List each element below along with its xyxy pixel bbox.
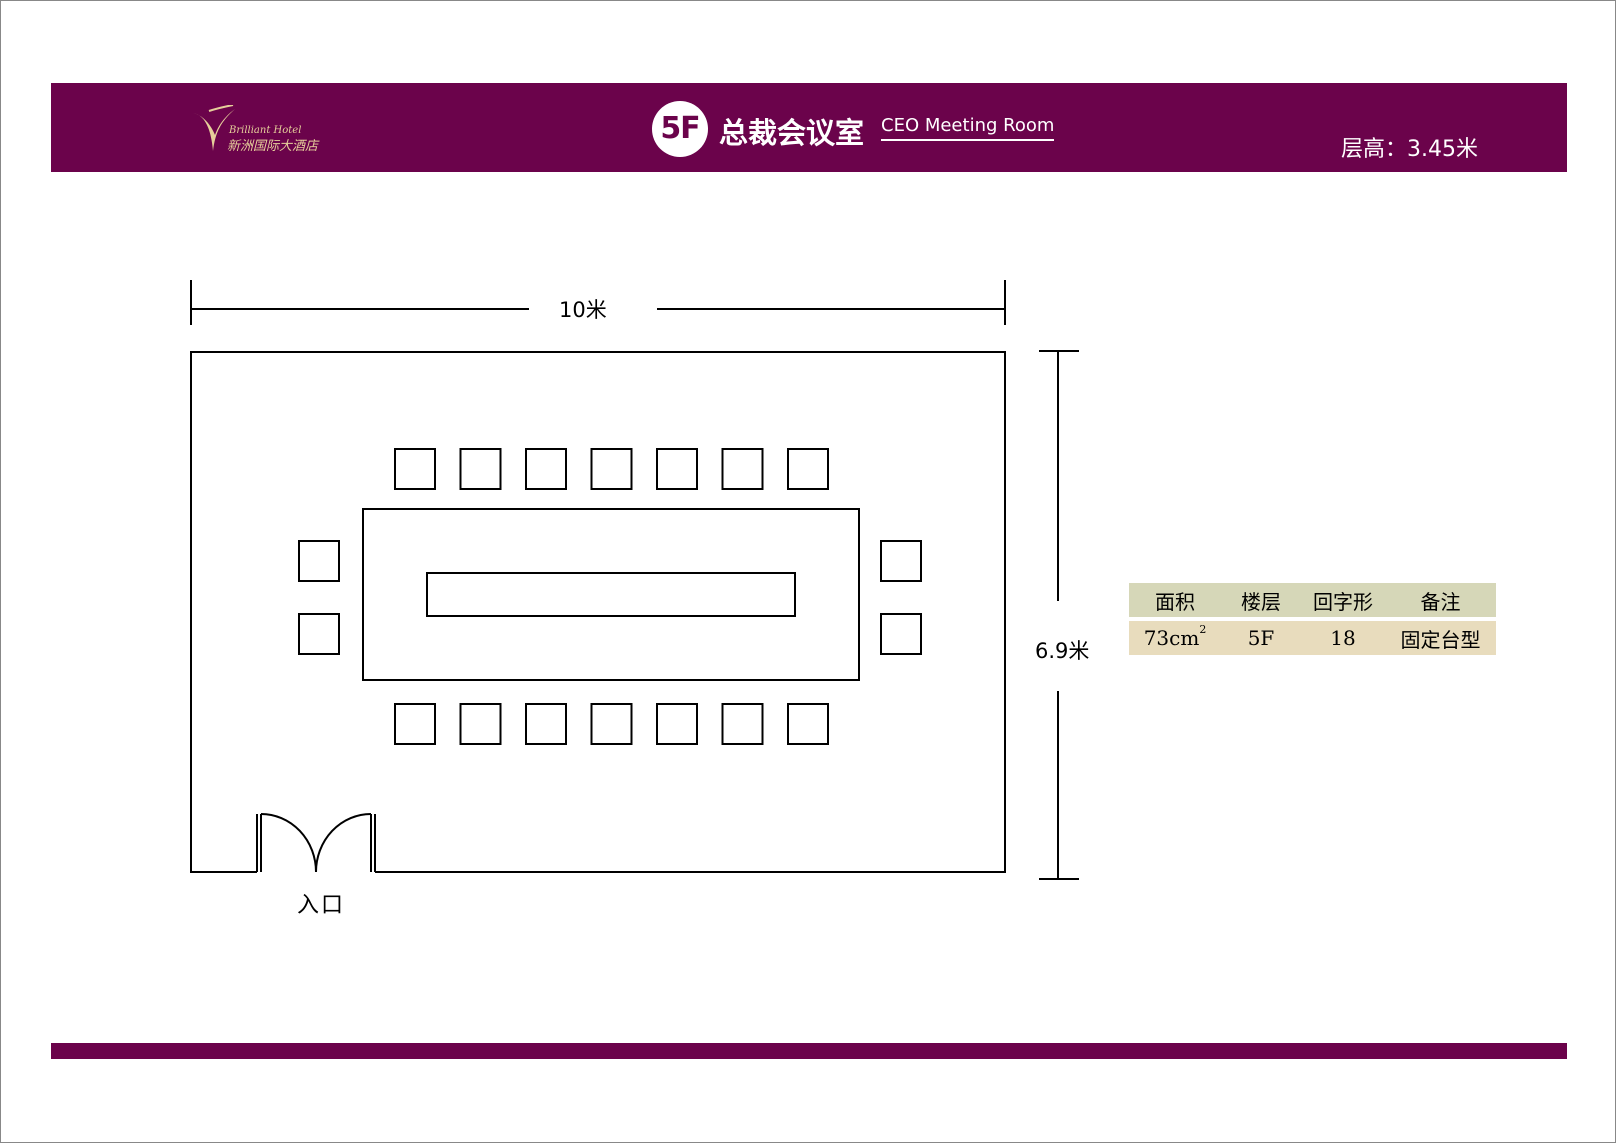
chair-bottom	[459, 703, 502, 745]
chair-bottom	[656, 703, 698, 745]
width-label: 10米	[559, 298, 607, 322]
area-value: 73cm2	[1129, 623, 1221, 650]
header-remark: 备注	[1420, 589, 1461, 614]
header-area: 面积	[1155, 589, 1195, 614]
chair-left	[298, 540, 340, 582]
room-info-table: 面积 楼层 回字形 备注 73cm2 5F 18 固定台型	[1129, 583, 1496, 655]
chair-top	[525, 448, 567, 490]
remark-value: 固定台型	[1400, 627, 1481, 652]
chair-top	[459, 448, 502, 490]
chair-bottom	[394, 703, 436, 745]
chair-bottom	[721, 703, 764, 745]
area-superscript: 2	[1199, 623, 1207, 637]
info-header-row: 面积 楼层 回字形 备注	[1129, 583, 1496, 617]
depth-label: 6.9米	[1035, 639, 1090, 663]
outer-table	[362, 508, 860, 681]
room-wall	[190, 351, 1006, 873]
info-value-row: 73cm2 5F 18 固定台型	[1129, 621, 1496, 655]
entrance-label: 入口	[297, 893, 346, 918]
chair-top	[787, 448, 829, 490]
area-number: 73cm	[1143, 626, 1200, 650]
inner-table	[426, 572, 796, 617]
door-swing-left	[260, 813, 317, 873]
chair-top	[721, 448, 764, 490]
chair-bottom	[787, 703, 829, 745]
chair-top	[590, 448, 633, 490]
footer-bar	[51, 1043, 1567, 1059]
capacity-value: 18	[1330, 626, 1356, 650]
header-layout: 回字形	[1313, 589, 1373, 614]
chair-right	[880, 540, 922, 582]
floor-value: 5F	[1247, 626, 1275, 650]
chair-top	[656, 448, 698, 490]
chair-bottom	[525, 703, 567, 745]
header-floor: 楼层	[1241, 589, 1281, 614]
floor-plan-page: Brilliant Hotel 新洲国际大酒店 5F 总裁会议室 CEO Mee…	[0, 0, 1616, 1143]
room-floor-plan	[190, 280, 1079, 880]
chair-top	[394, 448, 436, 490]
door-swing-right	[315, 813, 372, 873]
chair-right	[880, 613, 922, 655]
chair-left	[298, 613, 340, 655]
chair-bottom	[590, 703, 633, 745]
